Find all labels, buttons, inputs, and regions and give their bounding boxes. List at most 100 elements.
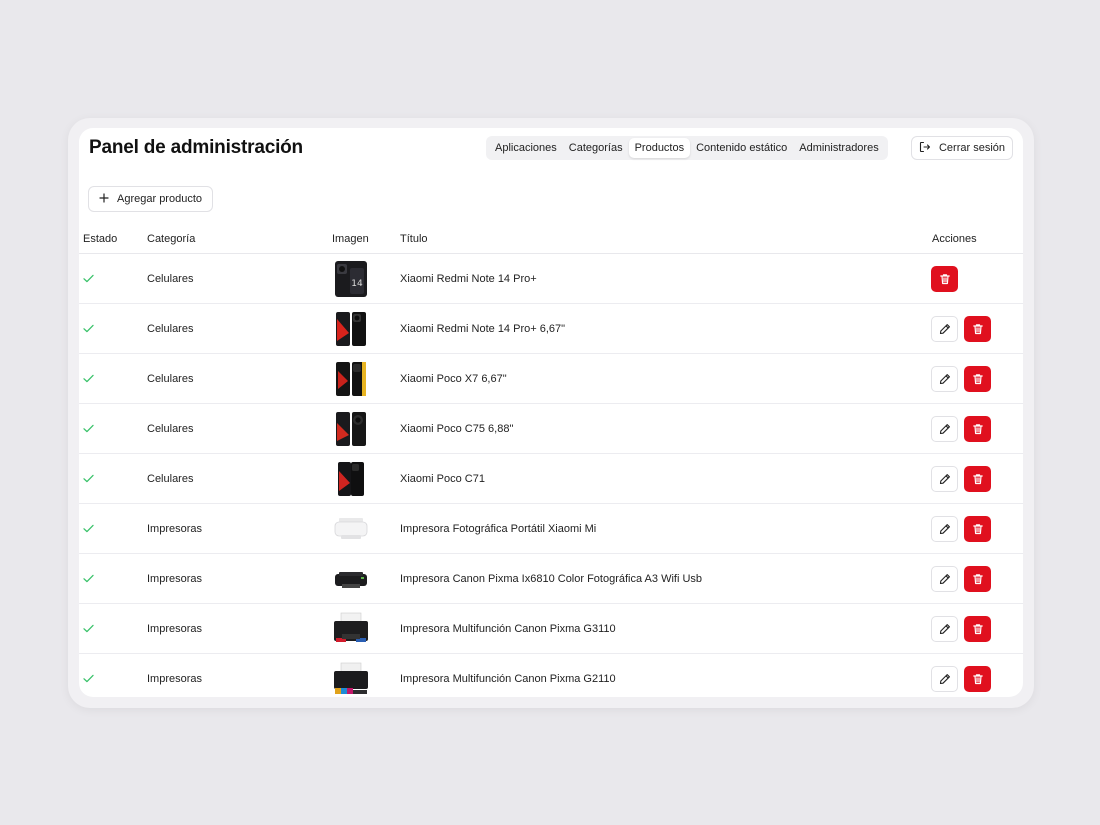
edit-button[interactable]	[931, 415, 958, 442]
tab-productos[interactable]: Productos	[628, 138, 691, 158]
actions-cell	[931, 404, 991, 453]
add-product-label: Agregar producto	[117, 193, 202, 205]
delete-button[interactable]	[964, 515, 991, 542]
table-row: Impresoras Impresora Multifunción Canon P…	[79, 654, 1023, 697]
column-header-estado: Estado	[83, 233, 118, 245]
category-cell: Celulares	[147, 472, 194, 485]
pencil-icon	[939, 623, 951, 635]
category-cell: Impresoras	[147, 622, 203, 635]
pencil-icon	[939, 323, 951, 335]
edit-button[interactable]	[931, 315, 958, 342]
tab-aplicaciones[interactable]: Aplicaciones	[489, 138, 563, 158]
category-cell: Celulares	[147, 372, 194, 385]
trash-icon	[972, 573, 984, 585]
delete-button[interactable]	[964, 315, 991, 342]
column-header-imagen: Imagen	[332, 233, 369, 245]
actions-cell	[931, 554, 991, 603]
status-cell	[83, 604, 94, 653]
title-cell: Xiaomi Redmi Note 14 Pro+	[400, 272, 537, 285]
plus-icon	[99, 192, 109, 206]
column-header-categoria: Categoría	[147, 233, 196, 245]
pencil-icon	[939, 523, 951, 535]
tab-administradores[interactable]: Administradores	[793, 138, 884, 158]
actions-cell	[931, 454, 991, 503]
table-row: Celulares 14 Xiaomi Redmi Note 14 Pro+	[79, 254, 1023, 304]
check-icon	[83, 524, 94, 533]
edit-button[interactable]	[931, 565, 958, 592]
nav-tabs: Aplicaciones Categorías Productos Conten…	[486, 136, 888, 160]
delete-button[interactable]	[964, 465, 991, 492]
check-icon	[83, 474, 94, 483]
phone-image	[332, 404, 370, 453]
trash-icon	[972, 523, 984, 535]
actions-cell	[931, 504, 991, 553]
table-row: Impresoras Impresora Canon Pixma Ix6810 C…	[79, 554, 1023, 604]
table-header: Estado Categoría Imagen Título Acciones	[79, 225, 1023, 254]
category-cell: Celulares	[147, 422, 194, 435]
printer-image	[332, 604, 370, 653]
pencil-icon	[939, 673, 951, 685]
table-row: Celulares Xiaomi Poco C75 6,88"	[79, 404, 1023, 454]
table-row: Celulares Xiaomi Poco X7 6,67"	[79, 354, 1023, 404]
svg-text:14: 14	[351, 279, 363, 289]
check-icon	[83, 274, 94, 283]
delete-button[interactable]	[964, 615, 991, 642]
actions-cell	[931, 254, 958, 303]
edit-button[interactable]	[931, 465, 958, 492]
title-cell: Xiaomi Redmi Note 14 Pro+ 6,67"	[400, 322, 566, 335]
trash-icon	[972, 673, 984, 685]
check-icon	[83, 324, 94, 333]
title-cell: Xiaomi Poco C71	[400, 472, 485, 485]
status-cell	[83, 454, 94, 503]
table-row: Celulares Xiaomi Redmi Note 14 Pro+ 6,67"	[79, 304, 1023, 354]
column-header-titulo: Título	[400, 233, 428, 245]
pencil-icon	[939, 373, 951, 385]
trash-icon	[972, 323, 984, 335]
tab-categorias[interactable]: Categorías	[563, 138, 629, 158]
actions-cell	[931, 304, 991, 353]
title-cell: Xiaomi Poco X7 6,67"	[400, 372, 507, 385]
table-row: Impresoras Impresora Multifunción Canon P…	[79, 604, 1023, 654]
phone-image: 14	[332, 254, 370, 303]
status-cell	[83, 404, 94, 453]
products-table: Estado Categoría Imagen Título Acciones …	[79, 225, 1023, 697]
title-cell: Impresora Multifunción Canon Pixma G3110	[400, 622, 616, 635]
title-cell: Impresora Fotográfica Portátil Xiaomi Mi	[400, 522, 597, 535]
actions-cell	[931, 654, 991, 697]
category-cell: Celulares	[147, 322, 194, 335]
check-icon	[83, 374, 94, 383]
edit-button[interactable]	[931, 615, 958, 642]
pencil-icon	[939, 473, 951, 485]
tab-contenido-estatico[interactable]: Contenido estático	[690, 138, 793, 158]
table-row: Impresoras Impresora Fotográfica Portátil…	[79, 504, 1023, 554]
actions-cell	[931, 604, 991, 653]
admin-panel: Panel de administración Aplicaciones Cat…	[79, 128, 1023, 697]
delete-button[interactable]	[964, 365, 991, 392]
page-title: Panel de administración	[89, 137, 303, 158]
phone-image	[332, 354, 370, 403]
logout-button[interactable]: Cerrar sesión	[911, 136, 1013, 160]
title-cell: Xiaomi Poco C75 6,88"	[400, 422, 514, 435]
delete-button[interactable]	[964, 565, 991, 592]
edit-button[interactable]	[931, 515, 958, 542]
trash-icon	[972, 423, 984, 435]
printer-image	[332, 554, 370, 603]
check-icon	[83, 574, 94, 583]
delete-button[interactable]	[964, 415, 991, 442]
category-cell: Impresoras	[147, 572, 203, 585]
logout-icon	[919, 141, 931, 156]
pencil-icon	[939, 573, 951, 585]
delete-button[interactable]	[964, 665, 991, 692]
phone-image	[332, 454, 370, 503]
edit-button[interactable]	[931, 365, 958, 392]
pencil-icon	[939, 423, 951, 435]
check-icon	[83, 624, 94, 633]
status-cell	[83, 554, 94, 603]
delete-button[interactable]	[931, 265, 958, 292]
table-row: Celulares Xiaomi Poco C71	[79, 454, 1023, 504]
trash-icon	[972, 623, 984, 635]
edit-button[interactable]	[931, 665, 958, 692]
category-cell: Celulares	[147, 272, 194, 285]
add-product-button[interactable]: Agregar producto	[88, 186, 213, 212]
column-header-acciones: Acciones	[932, 233, 977, 245]
